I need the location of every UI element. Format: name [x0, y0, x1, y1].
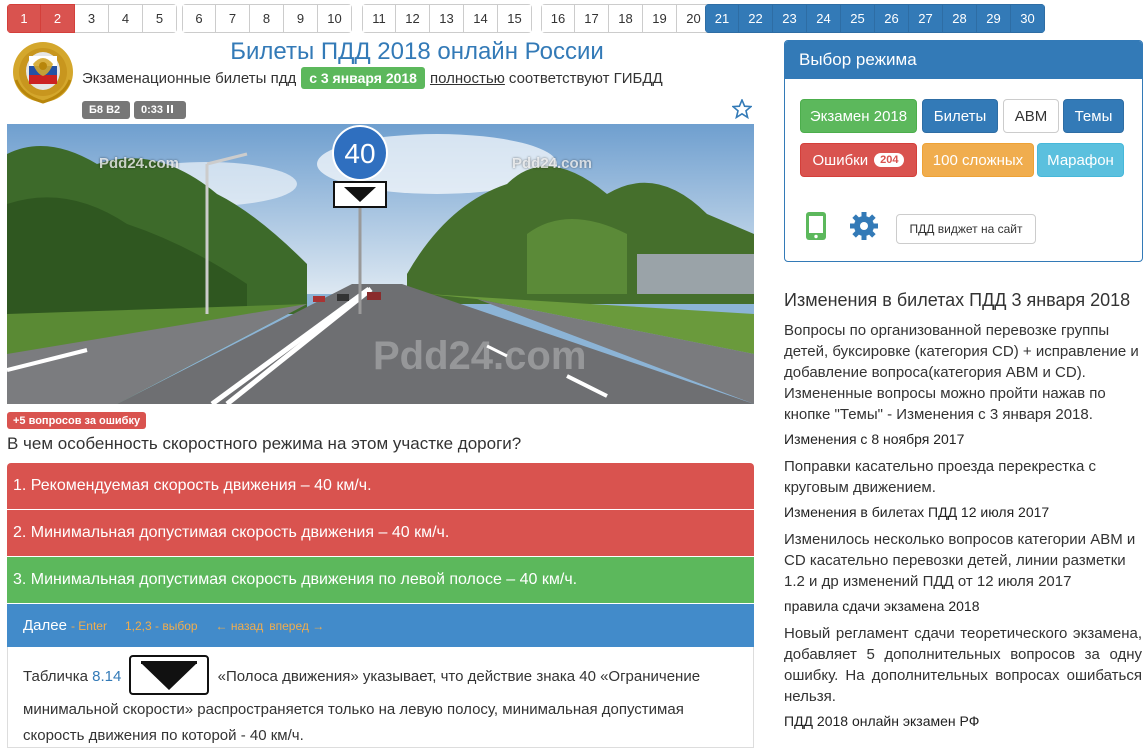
question-number-button[interactable]: 24 [807, 4, 841, 33]
question-number-button[interactable]: 23 [773, 4, 807, 33]
news-subheading: Изменения в билетах ПДД 12 июля 2017 [784, 504, 1050, 520]
watermark-large: Pdd24.com [373, 334, 587, 378]
question-number-button[interactable]: 29 [977, 4, 1011, 33]
page-title: Билеты ПДД 2018 онлайн России [230, 38, 604, 65]
question-group: 16 17 18 19 20 [541, 4, 711, 33]
speed-sign-value: 40 [344, 138, 375, 169]
mode-panel-heading: Выбор режима [785, 41, 1142, 79]
news-paragraph: Новый регламент сдачи теоретического экз… [784, 625, 1142, 705]
hint-choice: 1,2,3 - выбор [124, 618, 198, 633]
news-subheading: Изменения с 8 ноября 2017 [784, 431, 965, 447]
question-group: 11 12 13 14 15 [362, 4, 532, 33]
explanation-text: «Полоса движения» указывает, что действи… [23, 667, 701, 744]
fully-link[interactable]: полностью [430, 70, 505, 87]
question-number-button[interactable]: 18 [609, 4, 643, 33]
question-number-button[interactable]: 11 [362, 4, 396, 33]
errors-label: Ошибки [812, 151, 869, 169]
subtitle-text: Экзаменационные билеты пдд [82, 69, 297, 87]
timer-value: 0:33 [141, 104, 164, 116]
star-icon[interactable] [730, 97, 754, 120]
page-subtitle: Экзаменационные билеты пдд с 3 января 20… [82, 67, 663, 89]
question-group: 6 7 8 9 10 [182, 4, 352, 33]
answer-option[interactable]: 2. Минимальная допустимая скорость движе… [7, 510, 754, 556]
forward-link[interactable]: вперед → [269, 619, 324, 633]
errors-count-badge: 204 [874, 153, 905, 167]
question-number-button[interactable]: 26 [875, 4, 909, 33]
hint-enter: - Enter [70, 618, 107, 633]
marathon-button[interactable]: Марафон [1037, 143, 1124, 177]
question-number-button[interactable]: 7 [216, 4, 250, 33]
question-number-button[interactable]: 16 [541, 4, 575, 33]
question-number-button[interactable]: 3 [75, 4, 109, 33]
question-number-button[interactable]: 5 [143, 4, 177, 33]
back-link[interactable]: ← назад [216, 619, 264, 633]
watermark: Pdd24.com [512, 155, 593, 172]
abm-button[interactable]: АВМ [1003, 99, 1059, 133]
explanation-prefix: Табличка [23, 667, 88, 685]
question-text: В чем особенность скоростного режима на … [7, 434, 522, 453]
mobile-phone-icon[interactable] [805, 211, 827, 241]
question-number-button[interactable]: 8 [250, 4, 284, 33]
question-number-button[interactable]: 9 [284, 4, 318, 33]
question-number-button[interactable]: 14 [464, 4, 498, 33]
question-number-button[interactable]: 13 [430, 4, 464, 33]
question-number-button[interactable]: 25 [841, 4, 875, 33]
mode-panel: Выбор режима Экзамен 2018 Билеты АВМ Тем… [784, 40, 1143, 262]
question-group: 21 22 23 24 25 26 27 28 29 30 [705, 4, 1045, 33]
watermark: Pdd24.com [99, 155, 180, 172]
category-badge: Б8 В2 [82, 101, 130, 119]
errors-button[interactable]: Ошибки 204 [800, 143, 917, 177]
news-title: Изменения в билетах ПДД 3 января 2018 [784, 290, 1131, 310]
road-photo: 40 Pdd24.com Pdd24.com Pdd24.com [7, 124, 754, 404]
widget-button[interactable]: ПДД виджет на сайт [896, 214, 1036, 244]
question-number-button[interactable]: 1 [7, 4, 41, 33]
question-number-button[interactable]: 22 [739, 4, 773, 33]
next-label: Далее [23, 617, 67, 634]
hard-questions-button[interactable]: 100 сложных [922, 143, 1034, 177]
answer-option[interactable]: 1. Рекомендуемая скорость движения – 40 … [7, 463, 754, 509]
question-number-button[interactable]: 6 [182, 4, 216, 33]
themes-button[interactable]: Темы [1063, 99, 1124, 133]
explanation: Табличка 8.14 «Полоса движения» указывае… [7, 647, 754, 748]
question-number-button[interactable]: 10 [318, 4, 352, 33]
timer-badge: 0:33 [134, 101, 186, 119]
question-number-button[interactable]: 30 [1011, 4, 1045, 33]
question-number-button[interactable]: 2 [41, 4, 75, 33]
date-badge: с 3 января 2018 [301, 67, 425, 89]
question-group: 12345 [7, 4, 177, 33]
question-number-button[interactable]: 17 [575, 4, 609, 33]
news-subheading: ПДД 2018 онлайн экзамен РФ [784, 713, 980, 729]
lane-plate-sign-icon [129, 655, 210, 695]
sign-link[interactable]: 8.14 [92, 668, 121, 685]
question-number-button[interactable]: 27 [909, 4, 943, 33]
tickets-button[interactable]: Билеты [922, 99, 998, 133]
bonus-questions-badge: +5 вопросов за ошибку [7, 412, 147, 429]
answer-option[interactable]: 3. Минимальная допустимая скорость движе… [7, 557, 754, 603]
next-button[interactable]: Далее - Enter 1,2,3 - выбор ← назад впер… [7, 604, 754, 647]
question-number-button[interactable]: 12 [396, 4, 430, 33]
question-number-button[interactable]: 4 [109, 4, 143, 33]
question-number-button[interactable]: 21 [705, 4, 739, 33]
pause-icon[interactable] [167, 104, 174, 116]
news-subheading: правила сдачи экзамена 2018 [784, 598, 980, 614]
subtitle-text-end: соответствуют ГИБДД [508, 69, 663, 87]
news-paragraph: Вопросы по организованной перевозке груп… [784, 322, 1139, 423]
question-number-button[interactable]: 28 [943, 4, 977, 33]
gibdd-emblem-icon [8, 40, 78, 104]
news-paragraph: Изменилось несколько вопросов категории … [784, 531, 1136, 590]
news-paragraph: Поправки касательно проезда перекрестка … [784, 458, 1096, 496]
question-number-button[interactable]: 19 [643, 4, 677, 33]
news-section: Изменения в билетах ПДД 3 января 2018 Во… [784, 290, 1142, 738]
gear-icon[interactable] [849, 211, 879, 241]
exam-button[interactable]: Экзамен 2018 [800, 99, 917, 133]
question-number-button[interactable]: 15 [498, 4, 532, 33]
